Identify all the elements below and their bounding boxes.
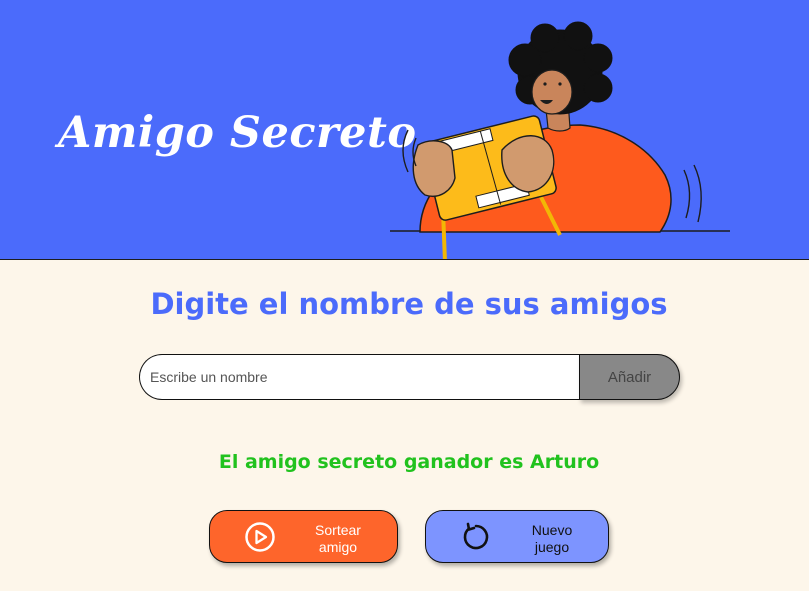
new-game-button[interactable]: Nuevo juego xyxy=(425,510,609,563)
refresh-icon xyxy=(463,522,489,550)
play-circle-icon xyxy=(245,522,275,552)
new-game-label-line1: Nuevo xyxy=(531,522,573,538)
draw-label-line1: Sortear xyxy=(315,522,361,538)
name-input[interactable] xyxy=(139,354,599,400)
result-message: El amigo secreto ganador es Arturo xyxy=(218,451,600,473)
new-game-label: Nuevo juego xyxy=(512,522,592,556)
name-input-group: Añadir xyxy=(139,354,680,400)
new-game-label-line2: juego xyxy=(534,539,570,555)
person-with-gift-illustration xyxy=(390,21,730,259)
draw-friend-label: Sortear amigo xyxy=(298,522,378,556)
draw-label-line2: amigo xyxy=(318,539,358,555)
add-button[interactable]: Añadir xyxy=(579,354,680,400)
draw-friend-button[interactable]: Sortear amigo xyxy=(209,510,398,563)
header-banner: Amigo Secreto xyxy=(0,0,809,260)
app-title: Amigo Secreto xyxy=(58,108,417,158)
section-heading: Digite el nombre de sus amigos xyxy=(150,287,668,321)
